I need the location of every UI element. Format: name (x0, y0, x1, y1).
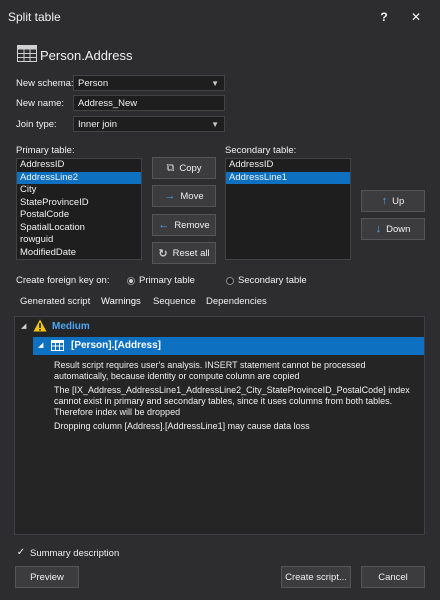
table-icon (51, 340, 64, 351)
arrow-right-icon: → (164, 190, 176, 202)
tab-dependencies[interactable]: Dependencies (206, 296, 267, 310)
warning-icon (33, 319, 47, 332)
list-item[interactable]: AddressLine2 (17, 171, 141, 184)
warning-message: Dropping column [Address].[AddressLine1]… (54, 421, 310, 431)
cancel-button[interactable]: Cancel (361, 566, 425, 588)
secondary-list[interactable]: AddressID AddressLine1 (225, 158, 351, 260)
warnings-panel: ◢ Medium ◢ [Person].[Address] Result scr… (14, 316, 425, 535)
fk-secondary-label[interactable]: Secondary table (238, 275, 307, 286)
fk-label: Create foreign key on: (16, 275, 110, 286)
list-item[interactable]: SpatialLocation (17, 222, 141, 235)
primary-label: Primary table: (16, 145, 75, 156)
list-item[interactable]: AddressID (226, 159, 350, 172)
join-value: Inner join (78, 119, 118, 130)
primary-list[interactable]: AddressID AddressLine2 City StateProvinc… (16, 158, 142, 260)
reset-icon: ↻ (158, 247, 168, 260)
schema-value: Person (78, 78, 109, 89)
tree-row-selected[interactable]: ◢ [Person].[Address] (33, 337, 424, 355)
tab-warnings[interactable]: Warnings (101, 296, 141, 310)
object-name: [Person].[Address] (71, 340, 162, 351)
list-item[interactable]: AddressLine1 (226, 171, 350, 184)
copy-button[interactable]: ⧉ Copy (152, 157, 216, 179)
list-item[interactable]: AddressID (17, 159, 141, 172)
list-item[interactable]: rowguid (17, 234, 141, 247)
warning-message: Result script requires user's analysis. … (54, 360, 366, 381)
arrow-down-icon: ↓ (375, 223, 382, 235)
join-label: Join type: (16, 119, 57, 130)
fk-primary-radio[interactable] (127, 277, 135, 285)
title-bar: Split table ? ✕ (0, 0, 440, 34)
tab-sequence[interactable]: Sequence (153, 296, 196, 310)
list-item[interactable]: ModifiedDate (17, 247, 141, 260)
remove-button[interactable]: ← Remove (152, 214, 216, 236)
help-button[interactable]: ? (372, 6, 396, 28)
list-item[interactable]: PostalCode (17, 209, 141, 222)
arrow-up-icon: ↑ (381, 195, 388, 207)
warning-message: The [IX_Address_AddressLine1_AddressLine… (54, 385, 410, 417)
arrow-left-icon: ← (158, 219, 170, 231)
tab-generated-script[interactable]: Generated script (20, 296, 90, 310)
chevron-down-icon: ▼ (211, 79, 219, 88)
chevron-down-icon: ▼ (211, 120, 219, 129)
preview-button[interactable]: Preview (15, 566, 79, 588)
fk-secondary-radio[interactable] (226, 277, 234, 285)
move-button[interactable]: → Move (152, 185, 216, 207)
up-button[interactable]: ↑ Up (361, 190, 425, 212)
down-button[interactable]: ↓ Down (361, 218, 425, 240)
fk-primary-label[interactable]: Primary table (139, 275, 195, 286)
create-script-button[interactable]: Create script... (281, 566, 351, 588)
name-value: Address_New (78, 98, 138, 109)
reset-all-button[interactable]: ↻ Reset all (152, 242, 216, 264)
list-item[interactable]: StateProvinceID (17, 197, 141, 210)
close-button[interactable]: ✕ (404, 6, 428, 28)
collapse-icon[interactable]: ◢ (38, 341, 43, 349)
table-icon (17, 45, 37, 62)
schema-combo[interactable]: Person ▼ (73, 75, 225, 91)
join-combo[interactable]: Inner join ▼ (73, 116, 225, 132)
collapse-icon[interactable]: ◢ (21, 322, 26, 330)
name-label: New name: (16, 98, 65, 109)
copy-icon: ⧉ (166, 161, 175, 174)
warning-group-label: Medium (52, 321, 90, 332)
table-name: Person.Address (40, 48, 133, 63)
schema-label: New schema: (16, 78, 74, 89)
name-input[interactable]: Address_New (73, 95, 225, 111)
list-item[interactable]: City (17, 184, 141, 197)
secondary-label: Secondary table: (225, 145, 297, 156)
window-title: Split table (8, 10, 61, 24)
summary-label[interactable]: Summary description (30, 548, 119, 559)
summary-checkbox[interactable]: ✓ (16, 547, 26, 558)
